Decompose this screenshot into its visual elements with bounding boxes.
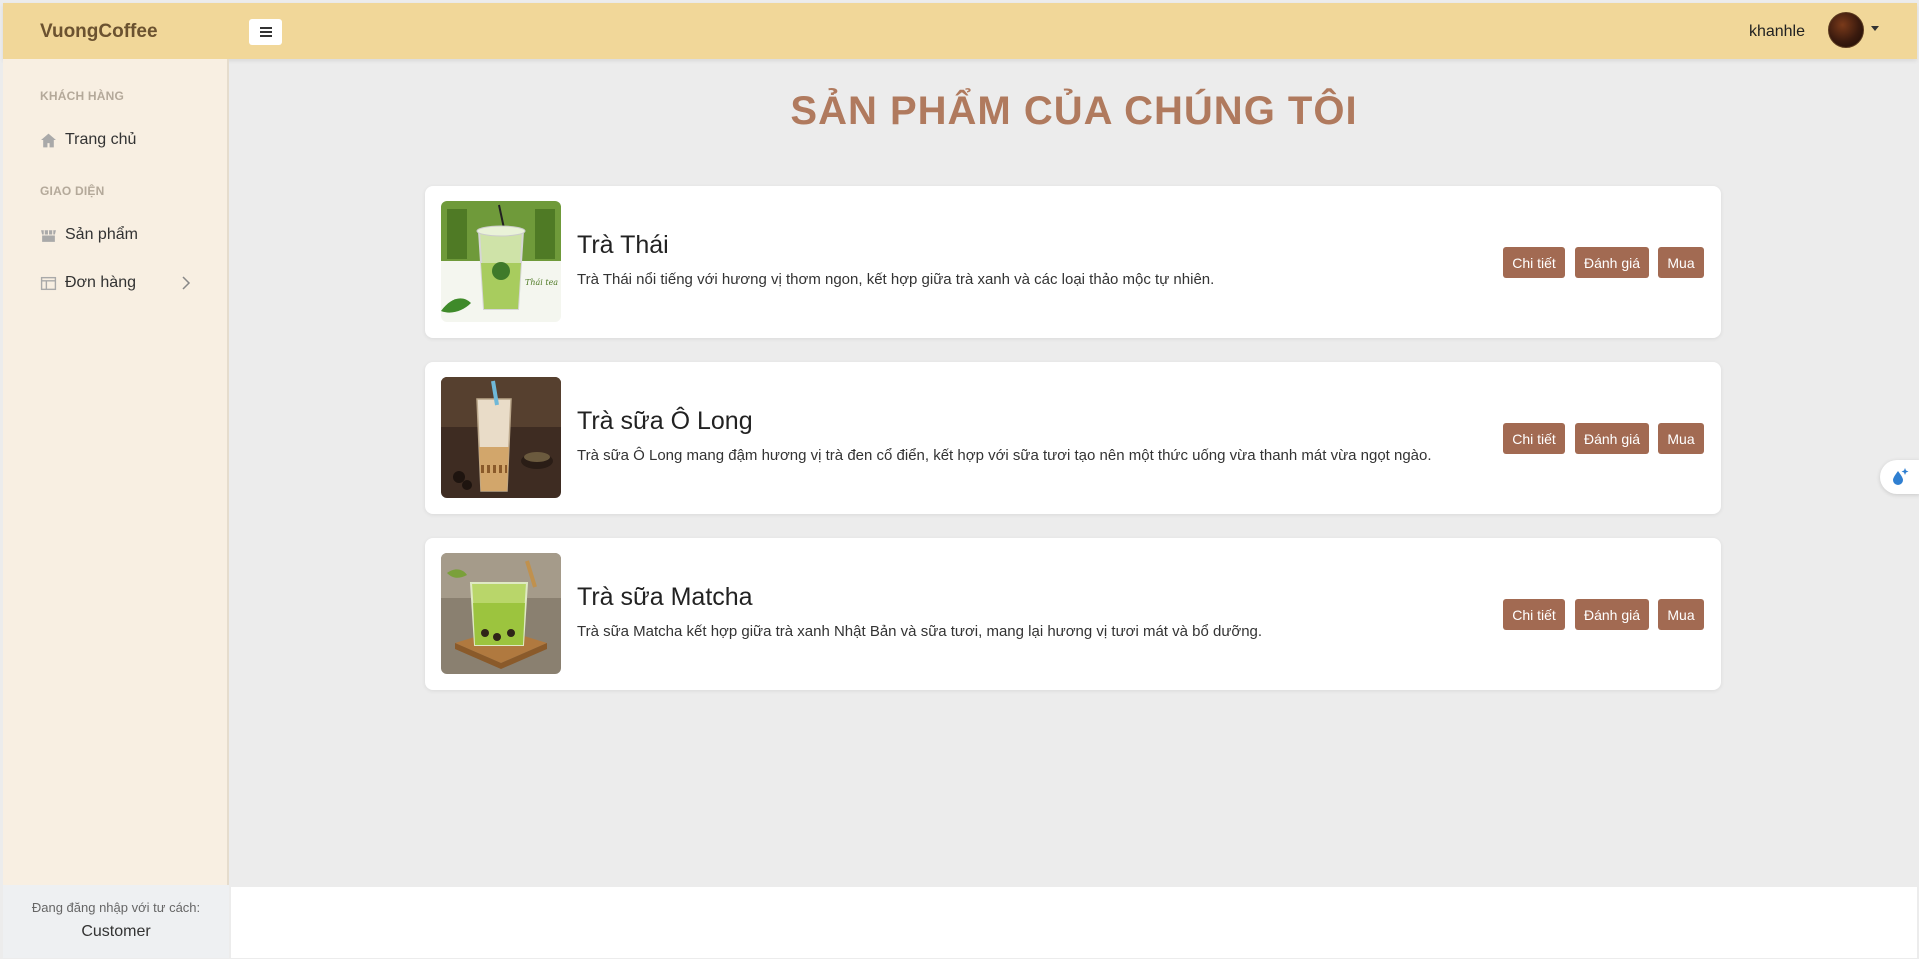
product-description: Trà sữa Matcha kết hợp giữa trà xanh Nhậ… xyxy=(577,623,1263,640)
product-card: Trà sữa Matcha Trà sữa Matcha kết hợp gi… xyxy=(425,538,1721,690)
review-button[interactable]: Đánh giá xyxy=(1575,247,1649,278)
sparkle-droplet-icon xyxy=(1893,468,1909,485)
page-title: SẢN PHẨM CỦA CHÚNG TÔI xyxy=(790,89,1358,133)
detail-button[interactable]: Chi tiết xyxy=(1503,247,1565,278)
brand-logo[interactable]: VuongCoffee xyxy=(40,21,158,43)
sidebar-item-label: Sản phẩm xyxy=(65,226,138,243)
detail-button[interactable]: Chi tiết xyxy=(1503,423,1565,454)
user-role: Customer xyxy=(81,923,151,940)
caret-down-icon[interactable] xyxy=(1871,26,1879,31)
buy-button[interactable]: Mua xyxy=(1658,599,1704,630)
sidebar-footer: Đang đăng nhập với tư cách: Customer xyxy=(3,885,229,958)
sidebar-item-orders[interactable]: Đơn hàng xyxy=(40,271,136,295)
product-name: Trà sữa Matcha xyxy=(577,583,753,611)
hamburger-icon xyxy=(259,27,272,37)
sidebar-item-label: Trang chủ xyxy=(65,131,137,148)
layout-icon xyxy=(40,276,57,290)
product-description: Trà Thái nổi tiếng với hương vị thơm ngo… xyxy=(577,271,1215,288)
store-icon xyxy=(41,229,56,242)
top-navbar: VuongCoffee khanhle xyxy=(3,3,1917,59)
sidebar-toggle-button[interactable] xyxy=(249,19,282,45)
sidebar-heading-interface: GIAO DIỆN xyxy=(40,184,105,198)
page-footer xyxy=(231,887,1917,958)
product-image[interactable]: Thái tea xyxy=(441,201,561,322)
product-card: Trà sữa Ô Long Trà sữa Ô Long mang đậm h… xyxy=(425,362,1721,514)
buy-button[interactable]: Mua xyxy=(1658,423,1704,454)
home-icon xyxy=(41,133,56,147)
floating-assistant-button[interactable] xyxy=(1880,460,1919,494)
product-image[interactable] xyxy=(441,377,561,498)
sidebar-item-home[interactable]: Trang chủ xyxy=(40,128,136,152)
buy-button[interactable]: Mua xyxy=(1658,247,1704,278)
product-card: Thái tea Trà Thái Trà Thái nổi tiếng với… xyxy=(425,186,1721,338)
svg-text:Thái tea: Thái tea xyxy=(525,278,558,287)
review-button[interactable]: Đánh giá xyxy=(1575,423,1649,454)
username-label[interactable]: khanhle xyxy=(1749,23,1805,41)
sidebar-heading-customer: KHÁCH HÀNG xyxy=(40,89,124,103)
review-button[interactable]: Đánh giá xyxy=(1575,599,1649,630)
product-name: Trà sữa Ô Long xyxy=(577,407,753,435)
user-avatar[interactable] xyxy=(1828,12,1864,48)
sidebar-item-products[interactable]: Sản phẩm xyxy=(40,223,138,247)
product-name: Trà Thái xyxy=(577,231,669,259)
login-as-label: Đang đăng nhập với tư cách: xyxy=(31,900,201,915)
chevron-right-icon[interactable] xyxy=(181,276,191,290)
sidebar: KHÁCH HÀNG Trang chủ GIAO DIỆN Sản phẩm … xyxy=(3,59,229,885)
product-image[interactable] xyxy=(441,553,561,674)
detail-button[interactable]: Chi tiết xyxy=(1503,599,1565,630)
sidebar-item-label: Đơn hàng xyxy=(65,274,136,291)
product-description: Trà sữa Ô Long mang đậm hương vị trà đen… xyxy=(577,447,1432,464)
